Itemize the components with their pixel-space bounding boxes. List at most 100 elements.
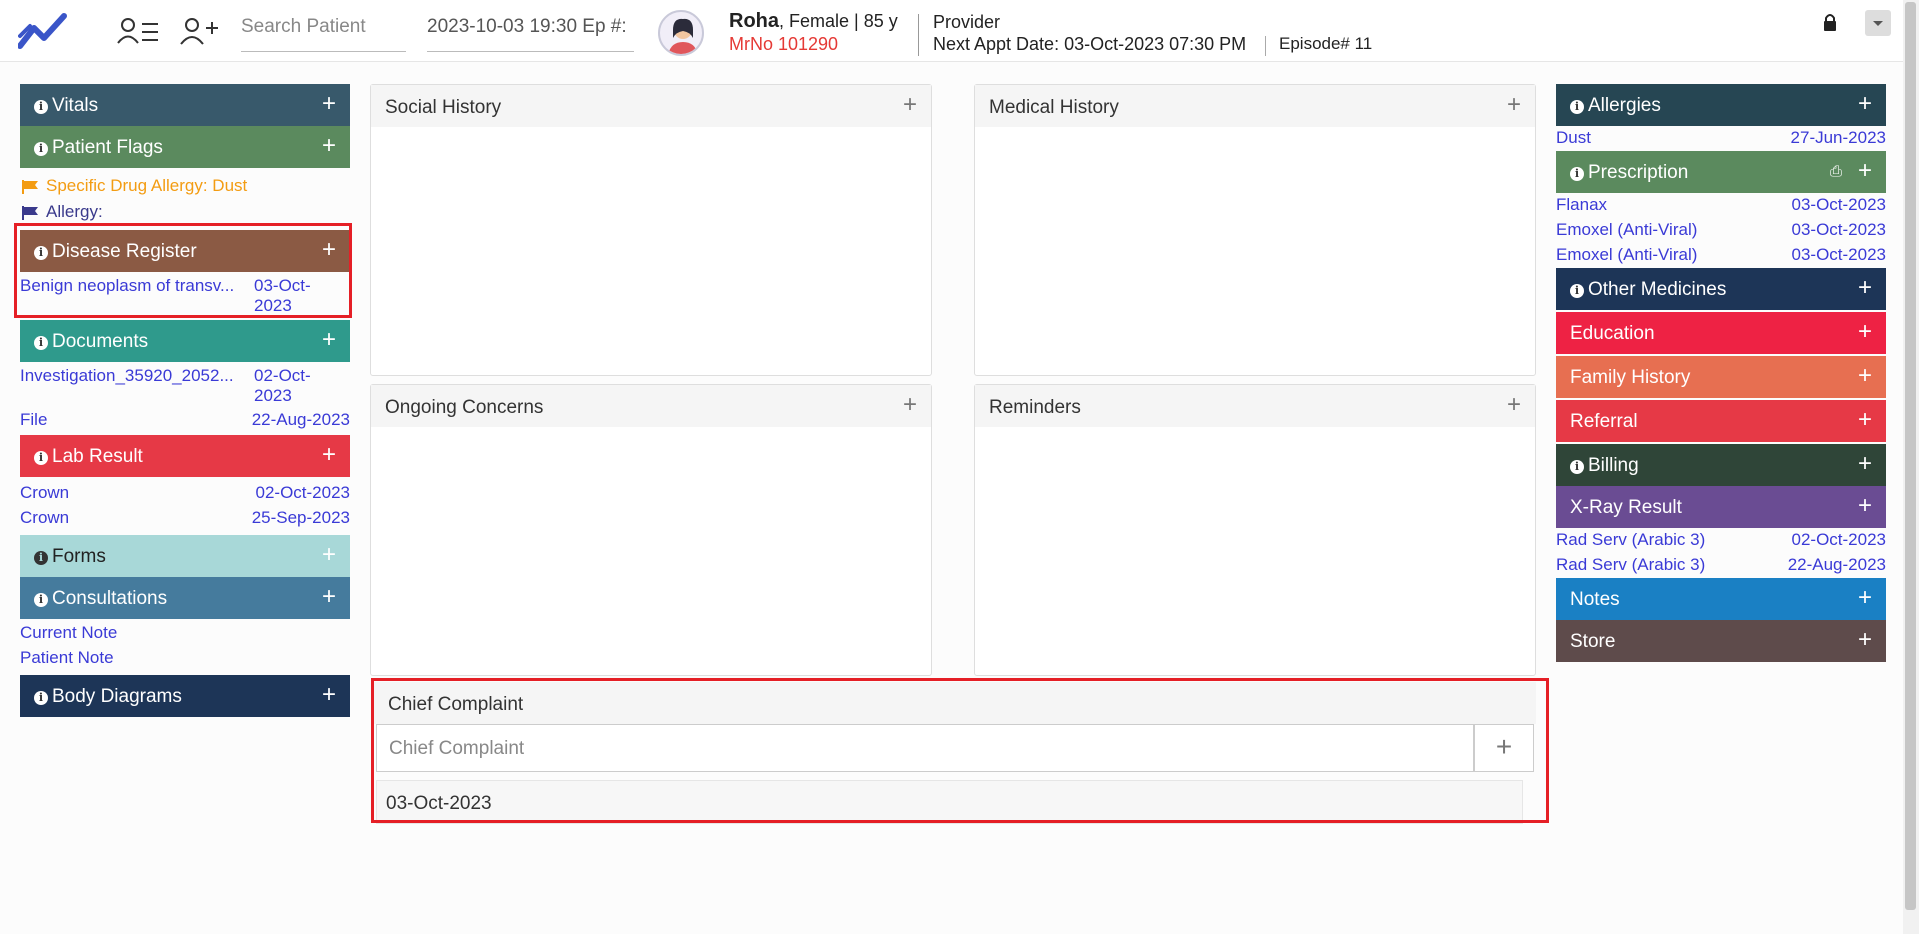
plus-icon[interactable]: + [322,441,336,469]
notes-header[interactable]: Notes + [1556,578,1886,620]
chief-complaint-input[interactable]: Chief Complaint [376,724,1474,772]
add-complaint-button[interactable]: + [1474,724,1534,772]
plus-icon[interactable]: + [1858,90,1872,118]
lab-name: Crown [20,483,70,502]
search-patient-input[interactable]: Search Patient [241,12,406,52]
disease-item[interactable]: Benign neoplasm of transv... 03-Oct- 2023 [20,272,350,316]
flag-item[interactable]: Specific Drug Allergy: Dust [20,174,350,200]
plus-icon[interactable]: + [1858,406,1872,434]
plus-icon[interactable]: + [1858,157,1872,185]
plus-icon[interactable]: + [322,132,336,160]
vitals-header[interactable]: i Vitals + [20,84,350,126]
plus-icon[interactable]: + [322,681,336,709]
patient-list-icon[interactable] [116,14,160,48]
xray-item[interactable]: Rad Serv (Arabic 3) 02-Oct-2023 [1556,528,1886,553]
add-patient-icon[interactable] [178,14,222,48]
prescription-item[interactable]: Flanax 03-Oct-2023 [1556,193,1886,218]
info-icon[interactable]: i [34,100,48,114]
info-icon[interactable]: i [34,336,48,350]
document-date: 22-Aug-2023 [251,410,350,429]
info-icon[interactable]: i [1570,460,1584,474]
plus-icon[interactable]: + [903,91,917,119]
patient-flags-header[interactable]: i Patient Flags + [20,126,350,168]
document-item[interactable]: File 22-Aug-2023 [20,408,350,433]
lab-item[interactable]: Crown 02-Oct-2023 [20,481,350,506]
plus-icon[interactable]: + [1507,391,1521,419]
plus-icon[interactable]: + [322,583,336,611]
billing-header[interactable]: i Billing + [1556,444,1886,486]
right-column: i Allergies + Dust 27-Jun-2023 i Prescriptio… [1556,84,1886,662]
xray-name: Rad Serv (Arabic 3) [1556,530,1706,549]
flag-icon [22,206,38,220]
plus-icon[interactable]: + [1858,450,1872,478]
plus-icon[interactable]: + [1858,362,1872,390]
consultation-item[interactable]: Patient Note [20,646,350,671]
info-icon[interactable]: i [34,691,48,705]
info-icon[interactable]: i [34,593,48,607]
chief-complaint-entry[interactable]: 03-Oct-2023 [376,780,1523,824]
plus-icon[interactable]: + [1858,492,1872,520]
allergy-item[interactable]: Dust 27-Jun-2023 [1556,126,1886,151]
referral-header[interactable]: Referral + [1556,400,1886,442]
forms-title: Forms [52,546,106,567]
plus-icon[interactable]: + [1858,318,1872,346]
store-title: Store [1570,631,1616,652]
prescription-date: 03-Oct-2023 [1791,195,1887,214]
page-scrollbar-thumb[interactable] [1905,2,1916,910]
print-icon[interactable]: ⎙ [1830,163,1842,180]
plus-icon[interactable]: + [322,90,336,118]
plus-icon[interactable]: + [322,326,336,354]
disease-register-header[interactable]: i Disease Register + [20,230,350,272]
body-diagrams-header[interactable]: i Body Diagrams + [20,675,350,717]
prescription-item[interactable]: Emoxel (Anti-Viral) 03-Oct-2023 [1556,218,1886,243]
other-medicines-title: Other Medicines [1588,279,1727,300]
consultation-item[interactable]: Current Note [20,621,350,646]
flag-item[interactable]: Allergy: [20,200,350,226]
disease-register-title: Disease Register [52,241,197,262]
lab-item[interactable]: Crown 25-Sep-2023 [20,506,350,531]
documents-header[interactable]: i Documents + [20,320,350,362]
document-name: File [20,410,48,429]
info-icon[interactable]: i [34,142,48,156]
consultation-name: Current Note [20,623,118,642]
prescription-header[interactable]: i Prescription ⎙ + [1556,151,1886,193]
xray-date: 22-Aug-2023 [1787,555,1886,574]
user-menu-dropdown[interactable] [1865,10,1891,36]
lock-icon[interactable] [1822,12,1838,32]
plus-icon[interactable]: + [322,541,336,569]
app-logo-icon[interactable] [18,10,68,50]
info-icon[interactable]: i [1570,167,1584,181]
xray-item[interactable]: Rad Serv (Arabic 3) 22-Aug-2023 [1556,553,1886,578]
plus-icon[interactable]: + [1858,626,1872,654]
plus-icon[interactable]: + [1507,91,1521,119]
prescription-item[interactable]: Emoxel (Anti-Viral) 03-Oct-2023 [1556,243,1886,268]
info-icon[interactable]: i [34,451,48,465]
referral-title: Referral [1570,411,1638,432]
other-medicines-header[interactable]: i Other Medicines + [1556,268,1886,310]
store-header[interactable]: Store + [1556,620,1886,662]
episode-datetime-field[interactable]: 2023-10-03 19:30 Ep #: [427,12,634,52]
plus-icon[interactable]: + [322,236,336,264]
education-header[interactable]: Education + [1556,312,1886,354]
info-icon[interactable]: i [34,551,48,565]
consultations-header[interactable]: i Consultations + [20,577,350,619]
forms-header[interactable]: i Forms + [20,535,350,577]
lab-date: 25-Sep-2023 [251,508,350,527]
ongoing-concerns-title: Ongoing Concerns [385,397,544,418]
body-diagrams-title: Body Diagrams [52,686,182,707]
lab-result-header[interactable]: i Lab Result + [20,435,350,477]
family-history-header[interactable]: Family History + [1556,356,1886,398]
left-column: i Vitals + i Patient Flags + Specific Drug A… [20,84,350,717]
plus-icon[interactable]: + [1858,274,1872,302]
patient-avatar[interactable] [658,10,704,56]
info-icon[interactable]: i [34,246,48,260]
info-icon[interactable]: i [1570,284,1584,298]
document-item[interactable]: Investigation_35920_2052... 02-Oct- 2023 [20,362,350,408]
info-icon[interactable]: i [1570,100,1584,114]
allergies-header[interactable]: i Allergies + [1556,84,1886,126]
xray-result-header[interactable]: X-Ray Result + [1556,486,1886,528]
episode-number: Episode# 11 [1279,34,1373,53]
plus-icon[interactable]: + [903,391,917,419]
social-history-title: Social History [385,97,502,118]
plus-icon[interactable]: + [1858,584,1872,612]
